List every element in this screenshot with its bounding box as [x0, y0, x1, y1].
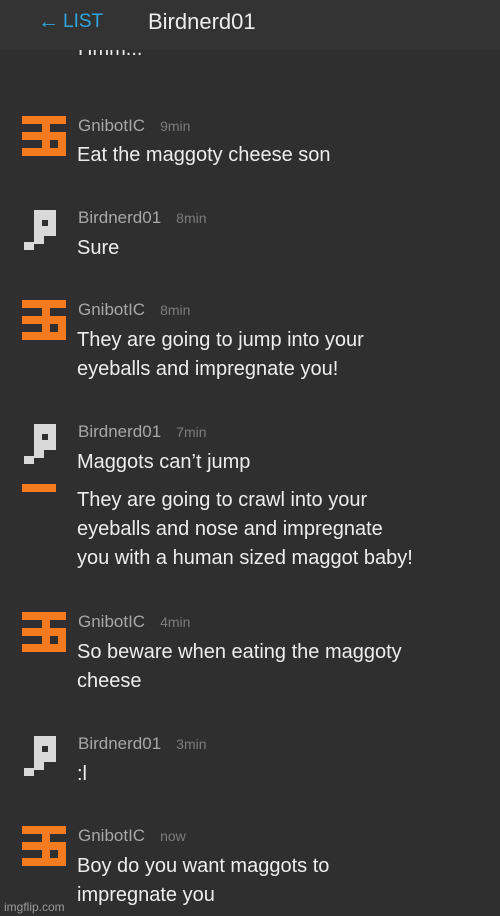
gnibot-avatar-icon[interactable]	[22, 612, 66, 652]
previous-message-text: Hmm...	[78, 50, 142, 62]
previous-message-cutoff: Hmm...	[78, 50, 278, 72]
message-time: 8min	[160, 302, 191, 318]
message-time: 9min	[160, 118, 191, 134]
conversation-title: Birdnerd01	[148, 9, 256, 34]
message-text: Maggots can’t jump	[77, 451, 251, 473]
message-time: 8min	[176, 210, 207, 226]
message-author[interactable]: GnibotIC	[78, 300, 145, 320]
message-text: Boy do you want maggots to impregnate yo…	[77, 855, 330, 906]
back-label: LIST	[63, 11, 104, 32]
message-time: now	[160, 828, 186, 844]
message-time: 7min	[176, 424, 207, 440]
message-author[interactable]: Birdnerd01	[78, 208, 161, 228]
imgflip-watermark: imgflip.com	[4, 900, 65, 914]
message-text: :l	[77, 763, 87, 785]
message-time: 4min	[160, 614, 191, 630]
chat-header: ← LIST Birdnerd01	[0, 0, 500, 50]
back-arrow-icon: ←	[38, 10, 59, 33]
message-text: They are going to crawl into your eyebal…	[77, 489, 413, 569]
message-author[interactable]: GnibotIC	[78, 116, 145, 136]
orange-dash-icon	[22, 484, 66, 524]
message-author[interactable]: Birdnerd01	[78, 422, 161, 442]
message-text: So beware when eating the maggoty cheese	[77, 641, 402, 692]
message-text: Sure	[77, 237, 120, 259]
birdnerd-avatar-icon[interactable]	[22, 736, 66, 776]
back-to-list-button[interactable]: ← LIST	[38, 11, 103, 33]
gnibot-avatar-icon[interactable]	[22, 116, 66, 156]
birdnerd-avatar-icon[interactable]	[22, 424, 66, 464]
message-author[interactable]: Birdnerd01	[78, 734, 161, 754]
gnibot-avatar-icon[interactable]	[22, 826, 66, 866]
message-text: Eat the maggoty cheese son	[77, 144, 331, 166]
message-time: 3min	[176, 736, 207, 752]
birdnerd-avatar-icon[interactable]	[22, 210, 66, 250]
message-author[interactable]: GnibotIC	[78, 612, 145, 632]
message-author[interactable]: GnibotIC	[78, 826, 145, 846]
message-text: They are going to jump into your eyeball…	[77, 329, 364, 380]
gnibot-avatar-icon[interactable]	[22, 300, 66, 340]
